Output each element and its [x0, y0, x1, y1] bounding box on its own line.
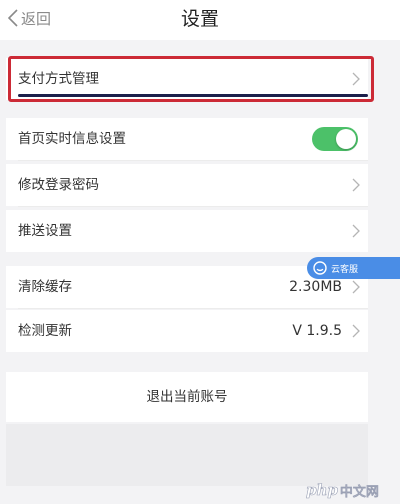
- chevron-right-icon: [352, 224, 360, 238]
- divider: [18, 206, 368, 207]
- settings-item-check-update[interactable]: 检测更新 V 1.9.5: [6, 310, 368, 352]
- divider: [18, 160, 368, 161]
- version-value: V 1.9.5: [292, 323, 342, 339]
- watermark-text: 中文网: [339, 484, 379, 500]
- settings-item-label: 支付方式管理: [18, 71, 99, 87]
- settings-item-push[interactable]: 推送设置: [6, 210, 368, 252]
- headset-icon: [313, 261, 327, 275]
- settings-item-label: 修改登录密码: [18, 177, 99, 193]
- page-title: 设置: [180, 8, 219, 30]
- chevron-right-icon: [352, 324, 360, 338]
- settings-item-change-password[interactable]: 修改登录密码: [6, 164, 368, 206]
- logout-button[interactable]: 退出当前账号: [6, 372, 368, 422]
- settings-item-label: 检测更新: [18, 323, 72, 339]
- chevron-right-icon: [352, 280, 360, 294]
- realtime-info-toggle[interactable]: [312, 127, 358, 151]
- divider: [18, 308, 368, 309]
- settings-item-label: 清除缓存: [18, 279, 72, 295]
- settings-item-label: 首页实时信息设置: [18, 131, 126, 147]
- watermark-logo: php: [306, 481, 338, 500]
- chevron-right-icon: [352, 178, 360, 192]
- customer-service-badge[interactable]: 云客服: [307, 257, 400, 279]
- toggle-knob: [336, 129, 356, 149]
- watermark: php 中文网: [306, 480, 379, 500]
- bottom-panel: [6, 424, 368, 486]
- nav-bar: 返回 设置: [0, 0, 400, 40]
- chevron-right-icon: [352, 72, 360, 86]
- badge-label: 云客服: [331, 264, 359, 275]
- settings-item-label: 推送设置: [18, 223, 72, 239]
- settings-item-realtime-info: 首页实时信息设置: [6, 118, 368, 160]
- settings-item-payment[interactable]: 支付方式管理: [6, 58, 368, 100]
